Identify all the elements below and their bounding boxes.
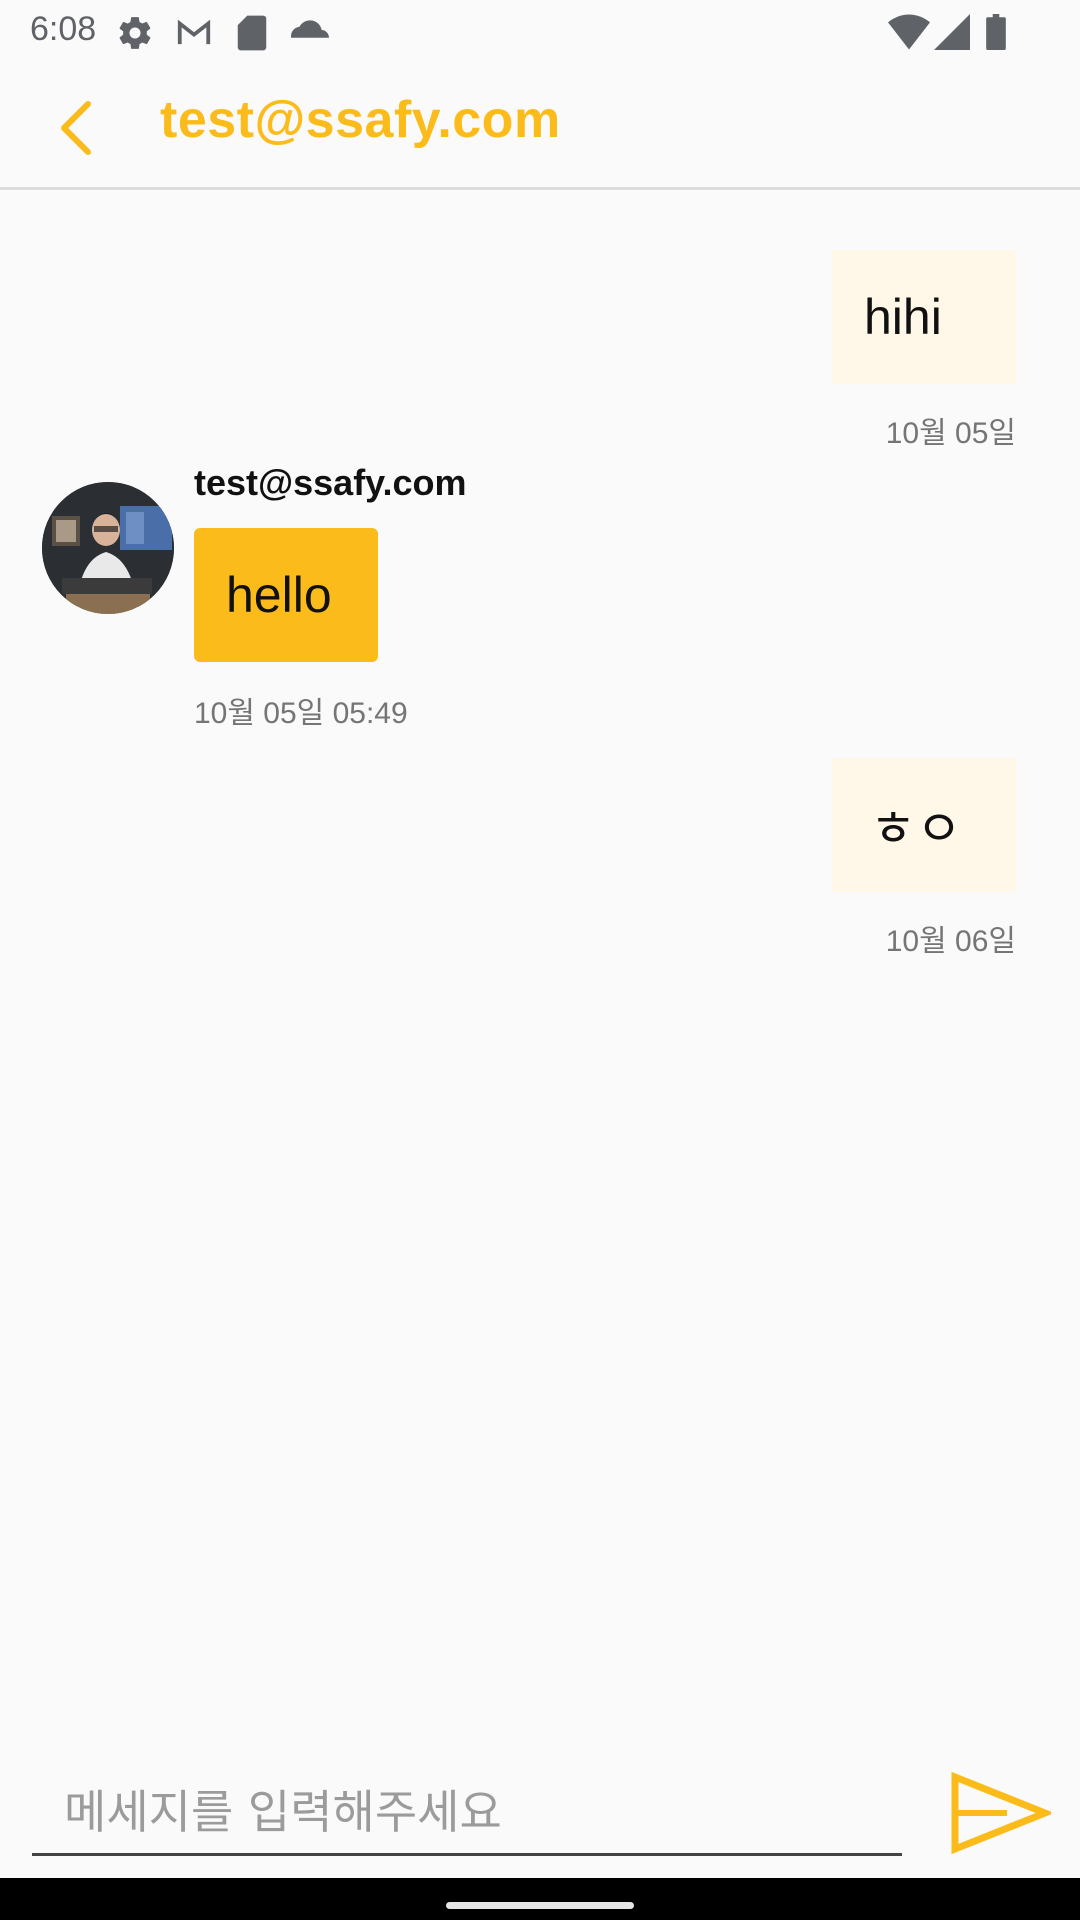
send-button[interactable] [944, 1768, 1054, 1858]
message-timestamp: 10월 06일 [885, 925, 1016, 958]
send-icon [951, 1771, 1051, 1855]
message-timestamp: 10월 05일 [885, 417, 1016, 450]
settings-icon [116, 14, 154, 56]
message-timestamp: 10월 05일 05:49 [194, 697, 408, 730]
chevron-left-icon [61, 101, 91, 155]
message-bubble-outgoing: hihi [832, 250, 1016, 384]
message-bubble-incoming: hello [194, 528, 378, 662]
wifi-icon [888, 14, 930, 54]
cloud-icon [290, 14, 330, 56]
avatar[interactable] [42, 482, 174, 614]
status-bar: 6:08 [0, 0, 1080, 64]
page-title: test@ssafy.com [160, 91, 561, 149]
battery-icon [984, 14, 1008, 54]
message-input[interactable] [32, 1770, 902, 1856]
back-button[interactable] [42, 92, 106, 164]
sender-name: test@ssafy.com [194, 462, 467, 503]
avatar-photo [42, 482, 174, 614]
status-time: 6:08 [30, 10, 97, 48]
message-bubble-outgoing: ㅎㅇ [832, 758, 1016, 892]
signal-icon [934, 14, 970, 54]
sd-card-icon [236, 14, 268, 56]
gmail-icon [174, 14, 214, 56]
home-handle[interactable] [446, 1902, 634, 1909]
app-bar: test@ssafy.com [0, 64, 1080, 190]
navigation-bar [0, 1878, 1080, 1920]
